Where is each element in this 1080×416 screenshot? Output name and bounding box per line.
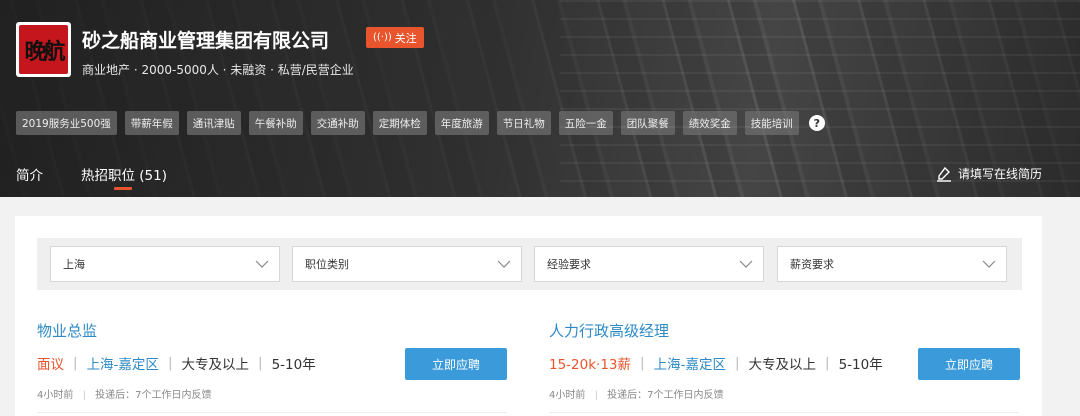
salary-select-value: 薪资要求: [790, 258, 834, 271]
job-card: 人力行政高级经理 15-20k·13薪 | 上海-嘉定区 | 大专及以上 | 5…: [549, 320, 1029, 401]
fill-resume-label: 请填写在线简历: [957, 167, 1042, 181]
follow-label: 关注: [394, 31, 417, 45]
category-select-value: 职位类别: [305, 258, 349, 271]
pen-sign-icon: [936, 166, 951, 182]
separator: |: [73, 355, 78, 371]
benefit-tags: 2019服务业500强 带薪年假 通讯津贴 午餐补助 交通补助 定期体检 年度旅…: [16, 111, 825, 135]
broadcast-icon: ((·)): [373, 32, 392, 43]
separator: |: [640, 355, 645, 371]
benefit-tag: 五险一金: [558, 111, 613, 135]
apply-button[interactable]: 立即应聘: [405, 348, 507, 380]
job-list-panel: 上海 职位类别 经验要求 薪资要求 物业总监 面议 | 上海-嘉定区 | 大专及…: [15, 216, 1042, 416]
benefit-tag: 节日礼物: [496, 111, 551, 135]
follow-button[interactable]: ((·)) 关注: [366, 27, 424, 48]
benefit-tag: 定期体检: [372, 111, 427, 135]
benefit-tag: 2019服务业500强: [16, 111, 117, 135]
apply-button[interactable]: 立即应聘: [918, 348, 1020, 380]
benefit-tag: 午餐补助: [248, 111, 303, 135]
job-meta: 4小时前 | 投递后：7个工作日内反馈: [37, 386, 212, 401]
active-tab-indicator: [114, 187, 132, 190]
job-experience: 5-10年: [271, 357, 316, 373]
job-education: 大专及以上: [181, 357, 250, 373]
job-posted-time: 4小时前: [549, 390, 586, 401]
chevron-down-icon: [982, 260, 996, 268]
job-posted-time: 4小时前: [37, 390, 74, 401]
job-salary: 15-20k·13薪: [549, 357, 632, 373]
separator: |: [734, 355, 740, 371]
job-title[interactable]: 人力行政高级经理: [549, 320, 1029, 341]
job-meta: 4小时前 | 投递后：7个工作日内反馈: [549, 386, 724, 401]
category-select[interactable]: 职位类别: [292, 246, 522, 282]
chevron-down-icon: [497, 260, 511, 268]
divider: [549, 412, 1019, 413]
benefit-tag: 通讯津贴: [186, 111, 241, 135]
company-header: 晚航 砂之船商业管理集团有限公司 ((·)) 关注 商业地产 · 2000-50…: [0, 0, 1080, 197]
job-card: 物业总监 面议 | 上海-嘉定区 | 大专及以上 | 5-10年 4小时前 | …: [37, 320, 517, 401]
tab-hot-jobs[interactable]: 热招职位 (51): [81, 164, 167, 184]
separator: |: [167, 355, 173, 371]
benefit-tag: 年度旅游: [434, 111, 489, 135]
separator: |: [825, 355, 830, 371]
logo-mark: 晚航: [19, 25, 68, 74]
job-salary: 面议: [37, 357, 64, 373]
company-meta: 商业地产 · 2000-5000人 · 未融资 · 私营/民营企业: [82, 63, 354, 77]
separator: |: [82, 390, 86, 401]
filter-bar: 上海 职位类别 经验要求 薪资要求: [37, 238, 1022, 290]
experience-select-value: 经验要求: [547, 258, 591, 271]
benefit-tag: 技能培训: [744, 111, 799, 135]
experience-select[interactable]: 经验要求: [534, 246, 764, 282]
benefit-tag: 绩效奖金: [682, 111, 737, 135]
company-name: 砂之船商业管理集团有限公司: [82, 30, 330, 52]
job-location: 上海-嘉定区: [86, 357, 159, 373]
benefit-tag: 团队聚餐: [620, 111, 675, 135]
job-feedback: 投递后：7个工作日内反馈: [607, 390, 724, 401]
company-logo: 晚航: [16, 22, 71, 77]
job-info: 面议 | 上海-嘉定区 | 大专及以上 | 5-10年: [37, 353, 316, 373]
salary-select[interactable]: 薪资要求: [777, 246, 1007, 282]
job-education: 大专及以上: [748, 357, 817, 373]
job-location: 上海-嘉定区: [653, 357, 726, 373]
job-feedback: 投递后：7个工作日内反馈: [95, 390, 212, 401]
city-select-value: 上海: [63, 258, 85, 271]
divider: [37, 412, 507, 413]
help-icon[interactable]: ?: [808, 115, 825, 131]
benefit-tag: 带薪年假: [124, 111, 179, 135]
separator: |: [594, 390, 598, 401]
job-experience: 5-10年: [838, 357, 883, 373]
fill-resume-link[interactable]: 请填写在线简历: [936, 165, 1042, 182]
benefit-tag: 交通补助: [310, 111, 365, 135]
tab-intro[interactable]: 简介: [16, 164, 43, 184]
separator: |: [258, 355, 263, 371]
chevron-down-icon: [739, 260, 753, 268]
job-title[interactable]: 物业总监: [37, 320, 517, 341]
city-select[interactable]: 上海: [50, 246, 280, 282]
job-info: 15-20k·13薪 | 上海-嘉定区 | 大专及以上 | 5-10年: [549, 353, 883, 373]
chevron-down-icon: [255, 260, 269, 268]
